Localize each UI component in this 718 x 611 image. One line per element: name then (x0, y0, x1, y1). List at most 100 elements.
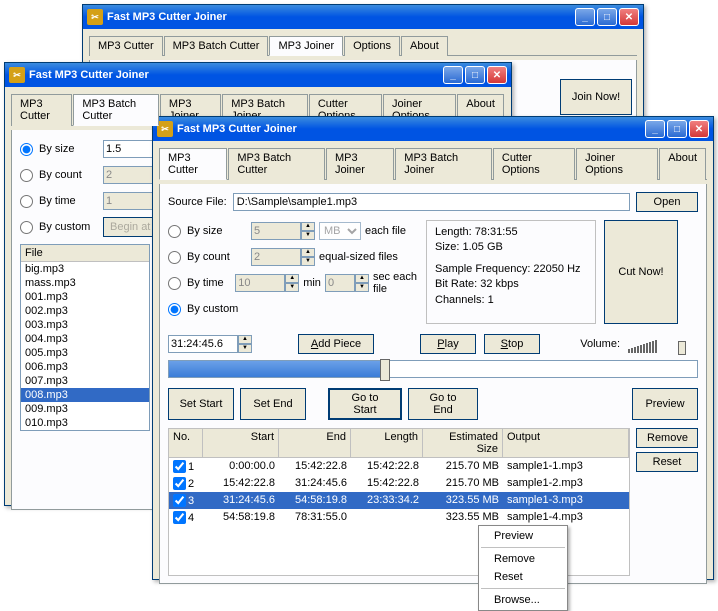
minimize-button[interactable]: _ (645, 120, 665, 138)
file-list[interactable]: File big.mp3mass.mp3001.mp3002.mp3003.mp… (20, 244, 150, 431)
table-row[interactable]: 215:42:22.831:24:45.615:42:22.8215.70 MB… (169, 475, 629, 492)
by-count-label: By count (187, 251, 247, 263)
by-custom-radio[interactable] (168, 303, 181, 316)
app-icon: ✂ (9, 67, 25, 83)
menu-item-preview[interactable]: Preview (480, 527, 566, 545)
by-custom-radio[interactable] (20, 221, 33, 234)
time-sec-spinner[interactable]: ▲▼ (325, 274, 369, 292)
maximize-button[interactable]: □ (465, 66, 485, 84)
table-row[interactable]: 454:58:19.878:31:55.0323.55 MBsample1-4.… (169, 509, 629, 526)
by-time-radio[interactable] (168, 277, 181, 290)
by-count-radio[interactable] (20, 169, 33, 182)
piece-checkbox[interactable] (173, 494, 186, 507)
by-size-radio[interactable] (168, 225, 181, 238)
maximize-button[interactable]: □ (597, 8, 617, 26)
by-count-radio[interactable] (168, 251, 181, 264)
source-file-input[interactable] (233, 193, 630, 211)
open-button[interactable]: Open (636, 192, 698, 212)
file-item[interactable]: 001.mp3 (21, 290, 149, 304)
table-row[interactable]: 10:00:00.015:42:22.815:42:22.8215.70 MBs… (169, 458, 629, 475)
by-size-radio[interactable] (20, 143, 33, 156)
join-now-button[interactable]: Join Now! (560, 79, 632, 115)
info-channels: Channels: 1 (435, 293, 587, 308)
info-freq: Sample Frequency: 22050 Hz (435, 262, 587, 277)
set-end-button[interactable]: Set End (240, 388, 306, 420)
file-item[interactable]: 007.mp3 (21, 374, 149, 388)
by-time-radio[interactable] (20, 195, 33, 208)
close-button[interactable]: ✕ (619, 8, 639, 26)
tab-mp3-batch-joiner[interactable]: MP3 Batch Joiner (395, 148, 492, 180)
size-spinner[interactable]: ▲▼ (251, 222, 315, 240)
tab-options[interactable]: Options (344, 36, 400, 56)
volume-slider[interactable] (628, 335, 698, 353)
stop-button[interactable]: Stop (484, 334, 540, 354)
piece-checkbox[interactable] (173, 477, 186, 490)
remove-button[interactable]: Remove (636, 428, 698, 448)
titlebar[interactable]: ✂ Fast MP3 Cutter Joiner _ □ ✕ (153, 117, 713, 141)
close-button[interactable]: ✕ (487, 66, 507, 84)
tab-mp3-joiner[interactable]: MP3 Joiner (269, 36, 343, 56)
maximize-button[interactable]: □ (667, 120, 687, 138)
tab-mp3-cutter[interactable]: MP3 Cutter (89, 36, 163, 56)
file-item[interactable]: 002.mp3 (21, 304, 149, 318)
file-item[interactable]: 010.mp3 (21, 416, 149, 430)
tab-mp3-batch-cutter[interactable]: MP3 Batch Cutter (228, 148, 325, 180)
info-size: Size: 1.05 GB (435, 240, 587, 255)
by-custom-label: By custom (39, 221, 99, 233)
file-list-header: File (21, 245, 149, 262)
context-menu[interactable]: Preview RemoveReset Browse... (478, 525, 568, 611)
window-title: Fast MP3 Cutter Joiner (29, 69, 443, 81)
tab-joiner-options[interactable]: Joiner Options (576, 148, 658, 180)
tab-about[interactable]: About (659, 148, 706, 180)
equal-sized-label: equal-sized files (319, 251, 398, 263)
menu-item-reset[interactable]: Reset (480, 568, 566, 586)
tabs: MP3 CutterMP3 Batch CutterMP3 JoinerOpti… (89, 35, 637, 56)
minimize-button[interactable]: _ (443, 66, 463, 84)
file-item[interactable]: 006.mp3 (21, 360, 149, 374)
tab-about[interactable]: About (401, 36, 448, 56)
file-item[interactable]: 009.mp3 (21, 402, 149, 416)
go-to-end-button[interactable]: Go to End (408, 388, 478, 420)
piece-checkbox[interactable] (173, 511, 186, 524)
window-front: ✂ Fast MP3 Cutter Joiner _ □ ✕ MP3 Cutte… (152, 116, 714, 580)
file-item[interactable]: 005.mp3 (21, 346, 149, 360)
tabs: MP3 CutterMP3 Batch CutterMP3 JoinerMP3 … (159, 147, 707, 180)
cut-now-button[interactable]: Cut Now! (604, 220, 678, 324)
file-item[interactable]: big.mp3 (21, 262, 149, 276)
menu-item-remove[interactable]: Remove (480, 550, 566, 568)
titlebar[interactable]: ✂ Fast MP3 Cutter Joiner _ □ ✕ (5, 63, 511, 87)
by-custom-label: By custom (187, 303, 247, 315)
go-to-start-button[interactable]: Go to Start (328, 388, 402, 420)
file-item[interactable]: mass.mp3 (21, 276, 149, 290)
tab-cutter-options[interactable]: Cutter Options (493, 148, 575, 180)
tab-mp3-cutter[interactable]: MP3 Cutter (159, 148, 227, 180)
info-bitrate: Bit Rate: 32 kbps (435, 277, 587, 292)
set-start-button[interactable]: Set Start (168, 388, 234, 420)
preview-button[interactable]: Preview (632, 388, 698, 420)
tab-mp3-joiner[interactable]: MP3 Joiner (326, 148, 394, 180)
begin-at-button[interactable]: Begin at (103, 217, 157, 237)
minimize-button[interactable]: _ (575, 8, 595, 26)
pieces-table-header: No. Start End Length Estimated Size Outp… (168, 428, 630, 458)
table-row[interactable]: 331:24:45.654:58:19.823:33:34.2323.55 MB… (169, 492, 629, 509)
file-item[interactable]: 004.mp3 (21, 332, 149, 346)
time-position-spinner[interactable]: ▲▼ (168, 335, 252, 353)
menu-item-browse[interactable]: Browse... (480, 591, 566, 609)
tab-mp3-batch-cutter[interactable]: MP3 Batch Cutter (164, 36, 269, 56)
add-piece-button[interactable]: Add Piece (298, 334, 374, 354)
file-item[interactable]: 008.mp3 (21, 388, 149, 402)
tab-mp3-batch-cutter[interactable]: MP3 Batch Cutter (73, 94, 159, 126)
file-item[interactable]: 003.mp3 (21, 318, 149, 332)
time-min-spinner[interactable]: ▲▼ (235, 274, 299, 292)
close-button[interactable]: ✕ (689, 120, 709, 138)
piece-checkbox[interactable] (173, 460, 186, 473)
size-unit-combo[interactable]: MB (319, 222, 361, 240)
seek-bar[interactable] (168, 360, 698, 378)
window-title: Fast MP3 Cutter Joiner (107, 11, 575, 23)
tab-mp3-cutter[interactable]: MP3 Cutter (11, 94, 72, 126)
titlebar[interactable]: ✂ Fast MP3 Cutter Joiner _ □ ✕ (83, 5, 643, 29)
reset-button[interactable]: Reset (636, 452, 698, 472)
window-title: Fast MP3 Cutter Joiner (177, 123, 645, 135)
count-spinner[interactable]: ▲▼ (251, 248, 315, 266)
play-button[interactable]: Play (420, 334, 476, 354)
